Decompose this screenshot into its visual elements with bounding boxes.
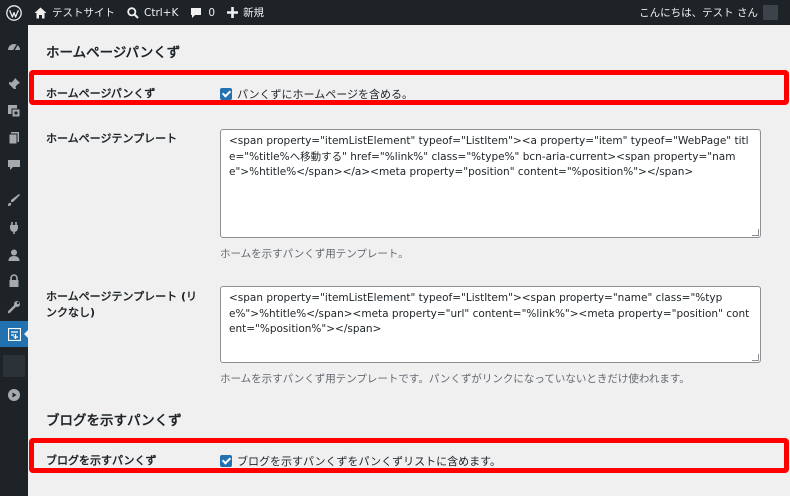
resize-grip-icon[interactable] <box>752 354 759 361</box>
collapsed-menu-block <box>3 355 25 377</box>
lock-icon[interactable] <box>0 268 28 294</box>
dashboard-icon[interactable] <box>0 34 28 60</box>
pin-icon[interactable] <box>0 71 28 97</box>
admin-sidebar <box>0 25 29 496</box>
home-include-checkbox[interactable] <box>220 88 232 100</box>
home-template-nolink-textarea[interactable]: <span property="itemListElement" typeof=… <box>220 286 761 363</box>
users-icon[interactable] <box>0 242 28 268</box>
blog-include-label: ブログを示すパンくず <box>46 454 157 467</box>
resize-grip-icon[interactable] <box>752 229 759 236</box>
plugins-icon[interactable] <box>0 215 28 241</box>
site-name-label: テストサイト <box>52 7 115 19</box>
comments-link[interactable]: 0 <box>184 0 221 25</box>
site-name-link[interactable]: テストサイト <box>28 0 121 25</box>
account-menu[interactable]: こんにちは、テスト さん <box>633 0 790 25</box>
breadcrumb-settings-icon[interactable] <box>0 321 29 347</box>
media-icon[interactable] <box>0 98 28 124</box>
home-include-checkbox-row[interactable]: パンくずにホームページを含める。 <box>220 86 413 102</box>
greeting-text: こんにちは、テスト さん <box>639 7 758 19</box>
search-shortcut[interactable]: Ctrl+K <box>121 0 184 25</box>
home-template-description: ホームを示すパンくず用テンプレート。 <box>220 248 409 260</box>
search-icon <box>127 6 139 19</box>
admin-bar: テストサイト Ctrl+K 0 新規 こんにちは、テスト さん <box>0 0 790 25</box>
home-template-label: ホームページテンプレート <box>46 132 178 145</box>
pages-icon[interactable] <box>0 125 28 151</box>
play-icon[interactable] <box>0 382 28 408</box>
comments-count: 0 <box>208 6 216 19</box>
plus-icon <box>227 7 239 18</box>
search-shortcut-label: Ctrl+K <box>144 6 179 19</box>
home-template-nolink-description: ホームを示すパンくず用テンプレートです。パンくずがリンクになっていないときだけ使… <box>220 373 690 385</box>
new-content-label: 新規 <box>243 7 265 19</box>
comment-bubble-icon <box>191 7 202 18</box>
home-template-textarea[interactable]: <span property="itemListElement" typeof=… <box>220 129 761 238</box>
home-section-heading: ホームページパンくず <box>46 45 181 61</box>
home-template-nolink-label: ホームページテンプレート (リンクなし) <box>46 290 197 319</box>
wordpress-logo-icon[interactable] <box>0 0 28 25</box>
home-template-nolink-value: <span property="itemListElement" typeof=… <box>229 292 750 335</box>
avatar <box>763 5 778 20</box>
blog-section-heading: ブログを示すパンくず <box>46 413 182 429</box>
blog-include-checkbox-row[interactable]: ブログを示すパンくずをパンくずリストに含めます。 <box>220 453 501 469</box>
home-include-label: ホームページパンくず <box>46 87 156 100</box>
comments-icon[interactable] <box>0 152 28 178</box>
home-icon <box>34 7 47 18</box>
new-content-link[interactable]: 新規 <box>221 0 270 25</box>
blog-include-checkbox[interactable] <box>220 455 232 467</box>
settings-content: ホームページパンくず ホームページパンくず パンくずにホームページを含める。 ホ… <box>28 25 790 496</box>
appearance-icon[interactable] <box>0 187 28 213</box>
home-include-checkbox-text: パンくずにホームページを含める。 <box>237 88 413 101</box>
blog-include-checkbox-text: ブログを示すパンくずをパンくずリストに含めます。 <box>237 455 501 468</box>
tools-icon[interactable] <box>0 294 28 320</box>
home-template-value: <span property="itemListElement" typeof=… <box>229 135 749 178</box>
